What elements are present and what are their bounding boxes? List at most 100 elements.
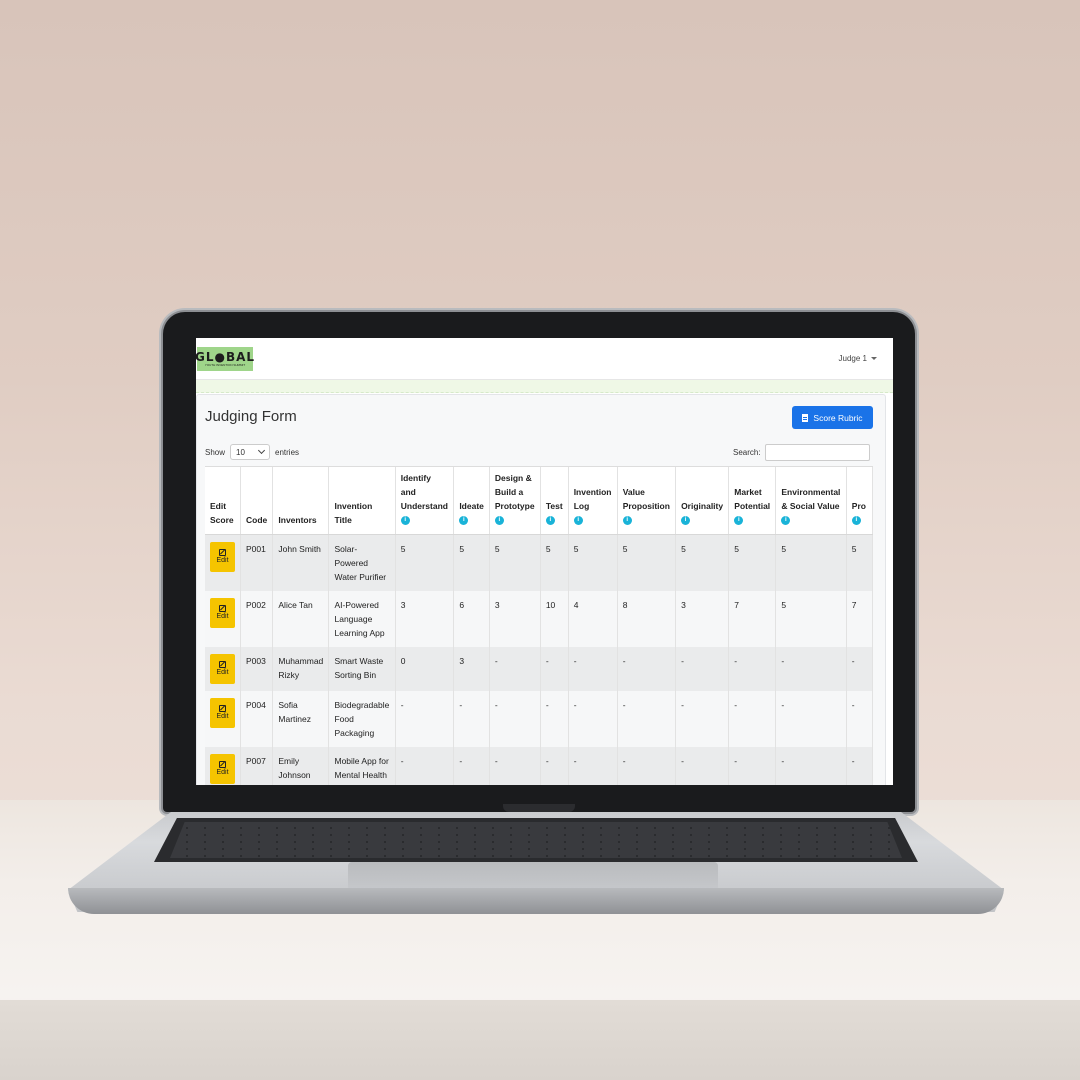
cell-inventors: John Smith bbox=[272, 534, 330, 591]
logo-subtitle: YOUTH INVENTION SUMMIT bbox=[204, 362, 246, 367]
cell-score: 3 bbox=[489, 590, 541, 647]
edit-cell: Edit bbox=[205, 746, 241, 785]
edit-score-button[interactable]: Edit bbox=[210, 653, 235, 684]
edit-score-button[interactable]: Edit bbox=[210, 753, 235, 784]
cell-score: - bbox=[540, 646, 569, 691]
laptop-screen: GL●BAL YOUTH INVENTION SUMMIT Judge 1 Ju… bbox=[196, 338, 893, 785]
column-header[interactable]: Originality i bbox=[675, 467, 730, 535]
cell-score: - bbox=[568, 646, 618, 691]
table-row: Edit P003 Muhammad Rizky Smart Waste Sortin… bbox=[205, 646, 873, 691]
cell-inventors: Emily Johnson bbox=[272, 746, 330, 785]
info-icon[interactable]: i bbox=[622, 515, 632, 525]
info-icon[interactable]: i bbox=[545, 515, 555, 525]
column-header[interactable]: Pro i bbox=[846, 467, 873, 535]
cell-score: 6 bbox=[453, 590, 490, 647]
page-title: Judging Form bbox=[205, 408, 297, 425]
edit-cell: Edit bbox=[205, 590, 241, 647]
entries-select-value: 10 bbox=[236, 447, 245, 457]
edit-cell: Edit bbox=[205, 690, 241, 747]
cell-score: - bbox=[540, 746, 569, 785]
header-strip bbox=[196, 380, 893, 393]
cell-score: 8 bbox=[617, 590, 677, 647]
cell-title: Smart Waste Sorting Bin bbox=[328, 646, 396, 691]
cell-score: - bbox=[489, 646, 541, 691]
search-label: Search: bbox=[733, 448, 761, 457]
column-header[interactable]: Value Proposition i bbox=[617, 467, 677, 535]
column-header-label: Test bbox=[545, 500, 563, 511]
brand-logo[interactable]: GL●BAL YOUTH INVENTION SUMMIT bbox=[196, 346, 256, 371]
document-icon bbox=[802, 413, 809, 422]
edit-score-button[interactable]: Edit bbox=[210, 597, 235, 628]
user-menu[interactable]: Judge 1 bbox=[839, 354, 877, 363]
info-icon[interactable]: i bbox=[781, 515, 791, 525]
cell-score: - bbox=[846, 690, 873, 747]
top-navbar: GL●BAL YOUTH INVENTION SUMMIT Judge 1 bbox=[196, 338, 893, 380]
info-icon[interactable]: i bbox=[494, 515, 504, 525]
cell-score: 3 bbox=[395, 590, 455, 647]
cell-score: - bbox=[568, 690, 618, 747]
cell-score: 3 bbox=[675, 590, 730, 647]
cell-score: 0 bbox=[395, 646, 455, 691]
cell-score: 5 bbox=[617, 534, 677, 591]
table-row: Edit P004 Sofia Martinez Biodegradable Food… bbox=[205, 690, 873, 747]
entries-label: entries bbox=[275, 447, 300, 457]
table-row: Edit P001 John Smith Solar-Powered Water Pu… bbox=[205, 534, 873, 591]
cell-score: - bbox=[489, 746, 541, 785]
cell-title: AI-Powered Language Learning App bbox=[328, 590, 396, 647]
column-header-label: Invention Title bbox=[334, 500, 373, 525]
column-header-label: Invention Log bbox=[573, 486, 612, 511]
column-header-label: Code bbox=[246, 514, 268, 525]
edit-score-button[interactable]: Edit bbox=[210, 541, 235, 572]
column-header-label: Pro bbox=[851, 500, 866, 511]
cell-score: - bbox=[775, 746, 847, 785]
cell-score: - bbox=[728, 690, 777, 747]
column-header[interactable]: Inventors bbox=[272, 467, 330, 535]
column-header[interactable]: Test i bbox=[540, 467, 569, 535]
cell-score: 5 bbox=[775, 534, 847, 591]
column-header[interactable]: Market Potential i bbox=[728, 467, 777, 535]
info-icon[interactable]: i bbox=[851, 515, 861, 525]
column-header-label: Ideate bbox=[459, 500, 484, 511]
logo-text: GL●BAL bbox=[196, 349, 256, 364]
cell-score: 5 bbox=[728, 534, 777, 591]
cell-score: 3 bbox=[453, 646, 490, 691]
column-header[interactable]: Design & Build a Prototype i bbox=[489, 467, 541, 535]
cell-title: Biodegradable Food Packaging bbox=[328, 690, 396, 747]
score-rubric-button[interactable]: Score Rubric bbox=[792, 406, 873, 429]
cell-score: - bbox=[453, 690, 490, 747]
cell-score: - bbox=[453, 746, 490, 785]
info-icon[interactable]: i bbox=[400, 515, 410, 525]
table-row: Edit P002 Alice Tan AI-Powered Language Lea… bbox=[205, 590, 873, 647]
cell-score: - bbox=[675, 646, 730, 691]
column-header[interactable]: Code bbox=[240, 467, 274, 535]
edit-cell: Edit bbox=[205, 534, 241, 591]
column-header[interactable]: Edit Score bbox=[205, 467, 241, 535]
info-icon[interactable]: i bbox=[573, 515, 583, 525]
column-header[interactable]: Invention Title bbox=[328, 467, 396, 535]
cell-inventors: Alice Tan bbox=[272, 590, 330, 647]
edit-score-button[interactable]: Edit bbox=[210, 697, 235, 728]
cell-title: Mobile App for Mental Health Awareness bbox=[328, 746, 396, 785]
search-input[interactable] bbox=[764, 444, 870, 461]
column-header[interactable]: Ideate i bbox=[453, 467, 490, 535]
column-header[interactable]: Invention Log i bbox=[568, 467, 618, 535]
cell-score: - bbox=[617, 690, 677, 747]
info-icon[interactable]: i bbox=[681, 515, 691, 525]
column-header[interactable]: Environmental & Social Value i bbox=[775, 467, 847, 535]
column-header-label: Environmental & Social Value bbox=[781, 486, 841, 511]
cell-score: 10 bbox=[540, 590, 569, 647]
table-scroll-container[interactable]: Edit Score Code Inventors Invention Title Id… bbox=[205, 466, 873, 785]
laptop-front-edge bbox=[68, 888, 1004, 914]
entries-select[interactable]: 10 bbox=[230, 444, 271, 460]
table-search: Search: bbox=[733, 444, 870, 461]
judging-table: Edit Score Code Inventors Invention Title Id… bbox=[205, 467, 873, 785]
cell-score: - bbox=[846, 746, 873, 785]
column-header[interactable]: Identify and Understand i bbox=[395, 467, 455, 535]
cell-score: - bbox=[675, 746, 730, 785]
column-header-label: Inventors bbox=[278, 514, 317, 525]
info-icon[interactable]: i bbox=[459, 515, 469, 525]
cell-code: P001 bbox=[240, 534, 274, 591]
info-icon[interactable]: i bbox=[734, 515, 744, 525]
judging-card: Judging Form Score Rubric Show 10 entrie… bbox=[196, 394, 886, 785]
cell-inventors: Muhammad Rizky bbox=[272, 646, 330, 691]
